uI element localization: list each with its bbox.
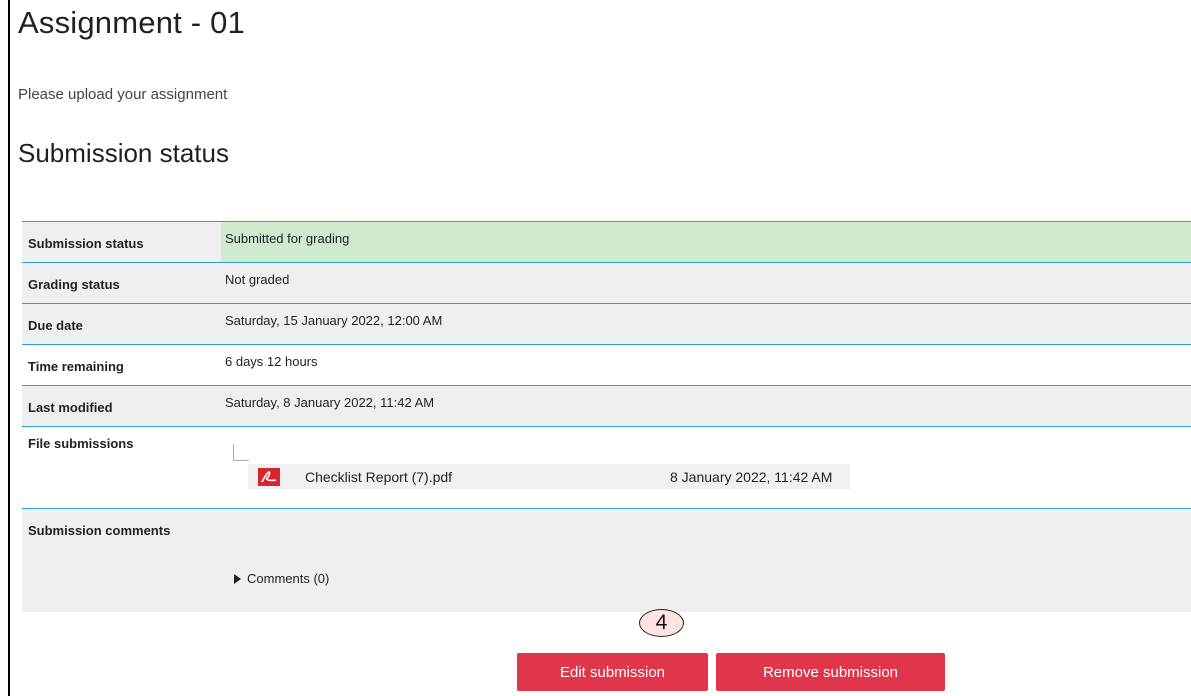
comments-toggle[interactable]: Comments (0) bbox=[234, 571, 329, 586]
table-row: Grading status Not graded bbox=[22, 263, 1191, 304]
table-row: Submission status Submitted for grading bbox=[22, 222, 1191, 263]
row-value: 6 days 12 hours bbox=[225, 354, 318, 369]
step-marker: 4 bbox=[639, 609, 684, 637]
row-label: Submission status bbox=[28, 236, 144, 251]
file-date: 8 January 2022, 11:42 AM bbox=[670, 469, 833, 485]
row-label: Submission comments bbox=[28, 523, 171, 538]
status-badge: Submitted for grading bbox=[221, 222, 1191, 262]
remove-submission-button[interactable]: Remove submission bbox=[716, 653, 945, 691]
section-title: Submission status bbox=[18, 138, 229, 168]
submission-status-table: Submission status Submitted for grading … bbox=[22, 221, 1191, 612]
table-row: Time remaining 6 days 12 hours bbox=[22, 345, 1191, 386]
row-value: Not graded bbox=[225, 272, 290, 287]
table-row-submission-comments: Submission comments Comments (0) bbox=[22, 509, 1191, 612]
edit-submission-button[interactable]: Edit submission bbox=[517, 653, 708, 691]
caret-right-icon bbox=[234, 573, 241, 584]
table-row: Last modified Saturday, 8 January 2022, … bbox=[22, 386, 1191, 427]
comments-label: Comments (0) bbox=[247, 571, 330, 586]
row-label: Due date bbox=[28, 318, 83, 333]
row-value: Saturday, 8 January 2022, 11:42 AM bbox=[225, 395, 435, 410]
pdf-icon bbox=[258, 467, 280, 486]
row-label: File submissions bbox=[28, 436, 134, 451]
table-row: Due date Saturday, 15 January 2022, 12:0… bbox=[22, 304, 1191, 345]
row-label: Grading status bbox=[28, 277, 120, 292]
row-value: Saturday, 15 January 2022, 12:00 AM bbox=[225, 313, 443, 328]
table-row-file-submissions: File submissions Checklist Report (7).pd… bbox=[22, 427, 1191, 509]
row-label: Last modified bbox=[28, 400, 113, 415]
file-name-link[interactable]: Checklist Report (7).pdf bbox=[305, 469, 452, 485]
tree-connector bbox=[233, 444, 249, 461]
file-item[interactable]: Checklist Report (7).pdf 8 January 2022,… bbox=[248, 464, 850, 489]
assignment-intro: Please upload your assignment bbox=[18, 86, 228, 103]
row-label: Time remaining bbox=[28, 359, 124, 374]
page-title: Assignment - 01 bbox=[18, 5, 245, 40]
